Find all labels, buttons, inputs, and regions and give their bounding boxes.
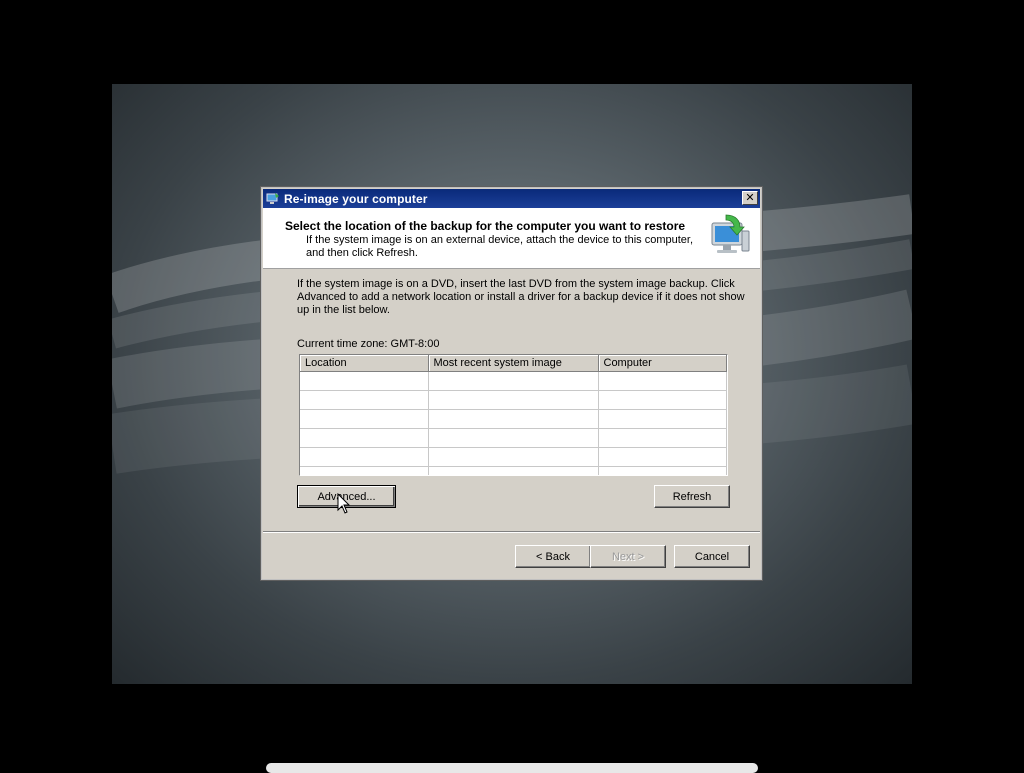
table-row: [300, 409, 727, 429]
reimage-dialog: Re-image your computer ✕ Select the loca…: [260, 186, 763, 581]
next-button[interactable]: Next >: [590, 545, 666, 568]
table-cell: [300, 409, 429, 429]
close-icon: ✕: [745, 191, 755, 204]
bottom-light-strip: [266, 763, 758, 773]
table-cell: [300, 390, 429, 410]
table-cell: [300, 447, 429, 467]
reimage-app-icon: [266, 192, 280, 206]
header-subtitle: If the system image is on an external de…: [306, 234, 694, 259]
table-row: [300, 466, 727, 475]
instructions-text: If the system image is on a DVD, insert …: [297, 278, 745, 316]
computer-restore-icon: [706, 213, 752, 259]
table-cell: [598, 447, 727, 467]
backup-table: Location Most recent system image Comput…: [300, 355, 727, 475]
refresh-button[interactable]: Refresh: [654, 485, 730, 508]
table-cell: [428, 466, 599, 475]
footer-separator: [263, 531, 760, 533]
table-cell: [428, 390, 599, 410]
table-row: [300, 390, 727, 410]
table-cell: [598, 390, 727, 410]
table-cell: [300, 466, 429, 475]
table-cell: [428, 447, 599, 467]
table-header-row: Location Most recent system image Comput…: [300, 355, 727, 372]
table-cell: [428, 371, 599, 391]
table-cell: [598, 409, 727, 429]
backup-location-list[interactable]: Location Most recent system image Comput…: [299, 354, 728, 476]
table-row: [300, 447, 727, 467]
header-title: Select the location of the backup for th…: [285, 219, 686, 233]
table-cell: [598, 371, 727, 391]
title-bar[interactable]: Re-image your computer ✕: [263, 189, 760, 208]
table-row: [300, 428, 727, 448]
back-button[interactable]: < Back: [515, 545, 591, 568]
window-title: Re-image your computer: [284, 191, 428, 206]
close-button[interactable]: ✕: [742, 191, 758, 205]
table-cell: [598, 466, 727, 475]
table-cell: [300, 371, 429, 391]
header-panel: Select the location of the backup for th…: [263, 208, 760, 269]
column-header-most-recent-image[interactable]: Most recent system image: [428, 355, 599, 372]
table-cell: [300, 428, 429, 448]
column-header-computer[interactable]: Computer: [598, 355, 727, 372]
cancel-button[interactable]: Cancel: [674, 545, 750, 568]
mouse-pointer-icon: [337, 492, 351, 515]
column-header-location[interactable]: Location: [300, 355, 429, 372]
table-cell: [428, 409, 599, 429]
table-cell: [598, 428, 727, 448]
table-cell: [428, 428, 599, 448]
timezone-label: Current time zone: GMT-8:00: [297, 338, 440, 350]
table-row: [300, 371, 727, 391]
